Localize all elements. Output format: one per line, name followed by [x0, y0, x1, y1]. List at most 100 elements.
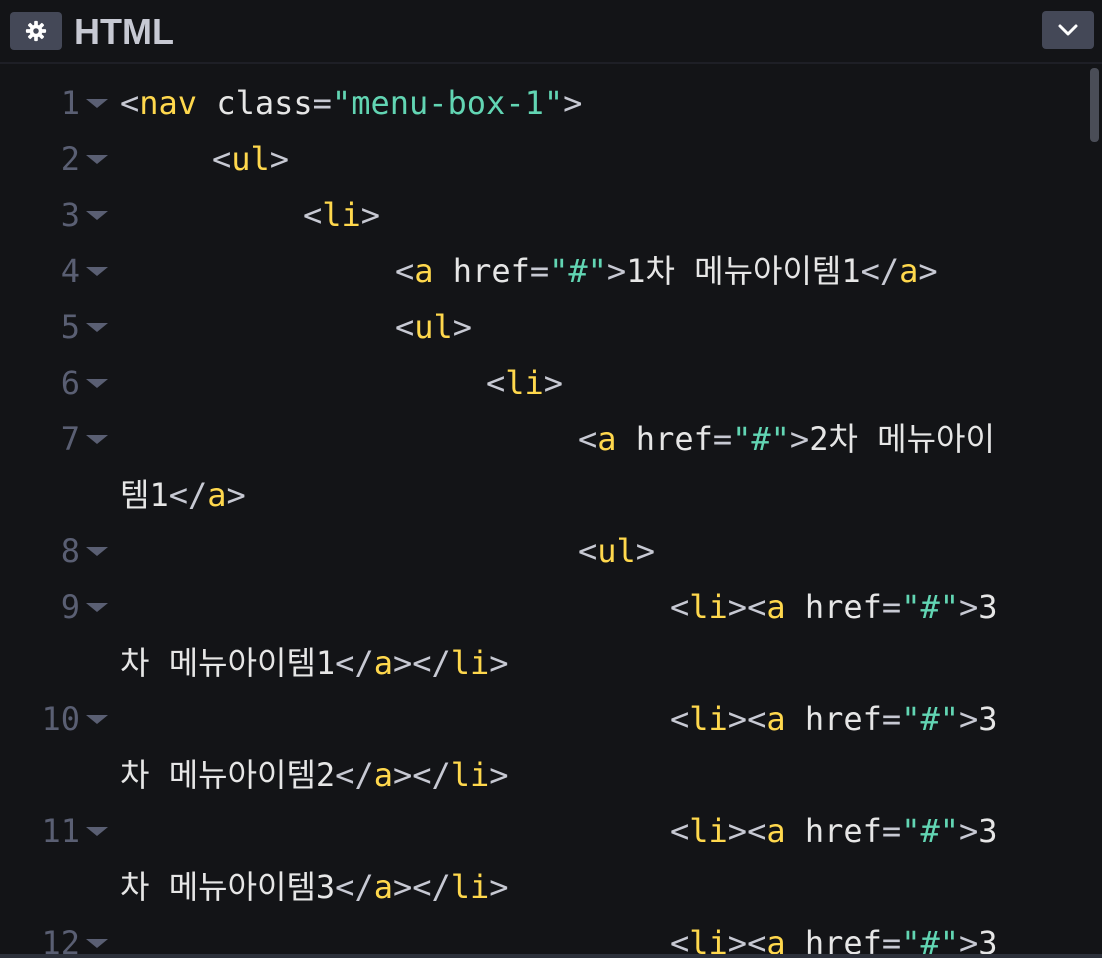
- code-punctuation: >: [452, 308, 473, 346]
- code-punctuation: >: [918, 252, 938, 290]
- code-attribute: href: [616, 420, 713, 458]
- fold-arrow-icon[interactable]: [86, 211, 108, 220]
- code-line[interactable]: 9 <li><a href="#">3: [0, 579, 1102, 635]
- code-tag-name: li: [689, 588, 728, 626]
- code-text: <li><a href="#">3: [670, 803, 998, 859]
- fold-arrow-icon[interactable]: [86, 379, 108, 388]
- code-punctuation: <: [120, 84, 140, 122]
- code-punctuation: <: [670, 588, 690, 626]
- code-punctuation: </: [168, 476, 208, 514]
- fold-arrow-icon[interactable]: [86, 939, 108, 948]
- code-line[interactable]: 차 메뉴아이템3</a></li>: [0, 859, 1102, 915]
- line-number: 11: [41, 812, 80, 850]
- code-punctuation: >: [360, 196, 381, 234]
- code-punctuation: >: [563, 84, 583, 122]
- code-line[interactable]: 차 메뉴아이템2</a></li>: [0, 747, 1102, 803]
- line-number: 4: [60, 252, 80, 290]
- fold-arrow-icon[interactable]: [86, 715, 108, 724]
- code-text: 차 메뉴아이템2</a></li>: [120, 747, 509, 803]
- code-attribute: href: [785, 588, 882, 626]
- code-line[interactable]: 차 메뉴아이템1</a></li>: [0, 635, 1102, 691]
- code-attribute: href: [785, 812, 882, 850]
- fold-arrow-icon[interactable]: [86, 155, 108, 164]
- code-punctuation: </: [335, 756, 374, 794]
- code-punctuation: ></: [392, 644, 451, 682]
- fold-arrow-icon[interactable]: [86, 827, 108, 836]
- code-line[interactable]: 5 <ul>: [0, 299, 1102, 355]
- code-tag-name: li: [689, 700, 728, 738]
- code-attribute: class: [197, 84, 313, 122]
- line-number: 8: [60, 532, 80, 570]
- code-punctuation: >: [489, 756, 509, 794]
- code-string: "#": [901, 588, 959, 626]
- code-tag-name: a: [899, 252, 919, 290]
- code-text-content: 3: [978, 588, 998, 626]
- line-number: 7: [60, 420, 80, 458]
- code-string: "#": [732, 420, 790, 458]
- code-area[interactable]: 1 <nav class="menu-box-1"> 2 <ul> 3 <li> 4 <a h…: [0, 66, 1102, 958]
- code-punctuation: >: [958, 700, 979, 738]
- code-tag-name: a: [373, 868, 393, 906]
- code-punctuation: >: [269, 140, 290, 178]
- code-line[interactable]: 1 <nav class="menu-box-1">: [0, 75, 1102, 131]
- code-text-content: 3: [978, 812, 998, 850]
- code-punctuation: ><: [727, 700, 767, 738]
- code-tag-name: li: [689, 812, 728, 850]
- code-tag-name: a: [373, 756, 393, 794]
- html-editor-panel: HTML 1 <nav class="menu-box-1"> 2 <ul> 3 <li>…: [0, 0, 1102, 958]
- code-text: <li>: [486, 355, 563, 411]
- code-tag-name: ul: [597, 532, 636, 570]
- code-line[interactable]: 12 <li><a href="#">3: [0, 915, 1102, 958]
- code-punctuation: >: [489, 644, 509, 682]
- fold-arrow-icon[interactable]: [86, 99, 108, 108]
- code-punctuation: <: [578, 532, 598, 570]
- code-text: <a href="#">1차 메뉴아이템1</a>: [395, 243, 938, 299]
- code-text: 차 메뉴아이템1</a></li>: [120, 635, 509, 691]
- code-tag-name: li: [450, 868, 490, 906]
- scrollbar[interactable]: [1088, 66, 1102, 954]
- code-punctuation: >: [958, 812, 979, 850]
- code-line[interactable]: 6 <li>: [0, 355, 1102, 411]
- collapse-button[interactable]: [1042, 11, 1094, 49]
- code-punctuation: =: [312, 84, 332, 122]
- code-line[interactable]: 4 <a href="#">1차 메뉴아이템1</a>: [0, 243, 1102, 299]
- code-text: <ul>: [395, 299, 472, 355]
- code-punctuation: <: [670, 924, 690, 958]
- fold-arrow-icon[interactable]: [86, 435, 108, 444]
- code-tag-name: ul: [414, 308, 453, 346]
- code-line[interactable]: 7 <a href="#">2차 메뉴아이: [0, 411, 1102, 467]
- code-text: <li><a href="#">3: [670, 579, 998, 635]
- code-line[interactable]: 템1</a>: [0, 467, 1102, 523]
- resize-bar[interactable]: [0, 954, 1102, 958]
- gear-icon: [25, 20, 47, 42]
- code-text-content: 차 메뉴아이템3: [120, 868, 336, 906]
- fold-arrow-icon[interactable]: [86, 547, 108, 556]
- code-punctuation: =: [712, 420, 733, 458]
- chevron-down-icon: [1058, 24, 1078, 36]
- code-text-content: 3: [978, 924, 998, 958]
- line-number: 3: [60, 196, 80, 234]
- code-tag-name: a: [766, 588, 786, 626]
- code-punctuation: <: [303, 196, 323, 234]
- code-line[interactable]: 10 <li><a href="#">3: [0, 691, 1102, 747]
- code-line[interactable]: 3 <li>: [0, 187, 1102, 243]
- line-number: 12: [41, 924, 80, 958]
- code-line[interactable]: 8 <ul>: [0, 523, 1102, 579]
- code-string: "#": [901, 812, 959, 850]
- fold-arrow-icon[interactable]: [86, 267, 108, 276]
- settings-button[interactable]: [10, 12, 62, 50]
- code-punctuation: >: [606, 252, 627, 290]
- code-attribute: href: [785, 700, 882, 738]
- code-text: <ul>: [212, 131, 289, 187]
- code-punctuation: =: [881, 588, 902, 626]
- code-line[interactable]: 2 <ul>: [0, 131, 1102, 187]
- scrollbar-thumb[interactable]: [1090, 68, 1099, 142]
- code-punctuation: ><: [727, 588, 767, 626]
- code-text-content: 3: [978, 700, 998, 738]
- code-punctuation: =: [529, 252, 550, 290]
- code-line[interactable]: 11 <li><a href="#">3: [0, 803, 1102, 859]
- fold-arrow-icon[interactable]: [86, 323, 108, 332]
- code-text: 템1</a>: [120, 467, 246, 523]
- code-punctuation: =: [881, 812, 902, 850]
- fold-arrow-icon[interactable]: [86, 603, 108, 612]
